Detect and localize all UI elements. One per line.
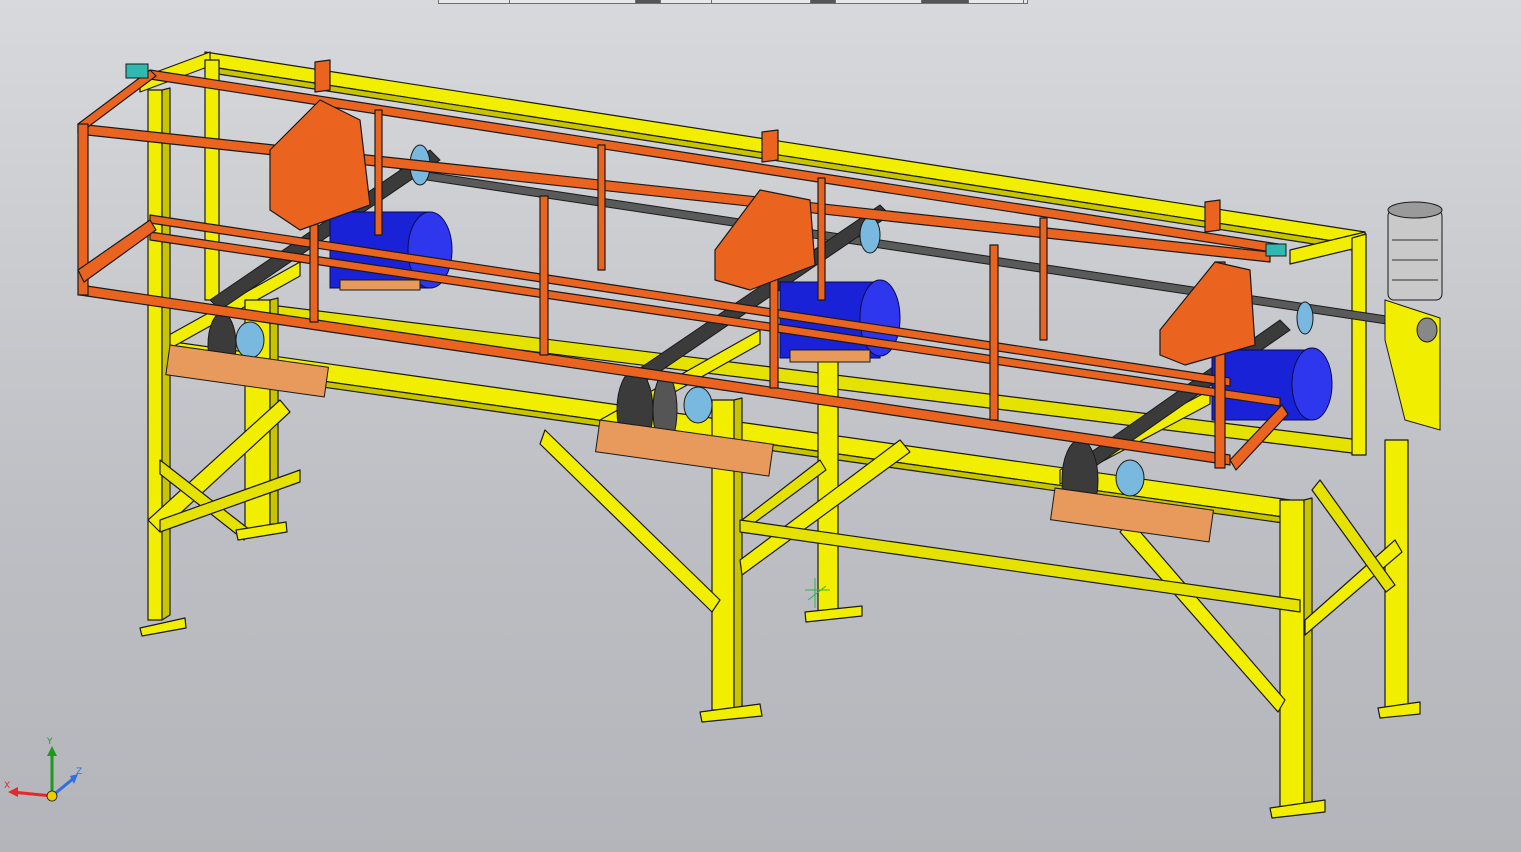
axis-triad: X Y Z	[4, 737, 82, 802]
axis-label-z: Z	[76, 767, 82, 777]
3d-viewport[interactable]: X Y Z	[0, 0, 1521, 852]
axis-label-y: Y	[46, 737, 53, 747]
axis-label-x: X	[4, 781, 10, 791]
gear-motor-icon[interactable]	[1384, 201, 1443, 431]
